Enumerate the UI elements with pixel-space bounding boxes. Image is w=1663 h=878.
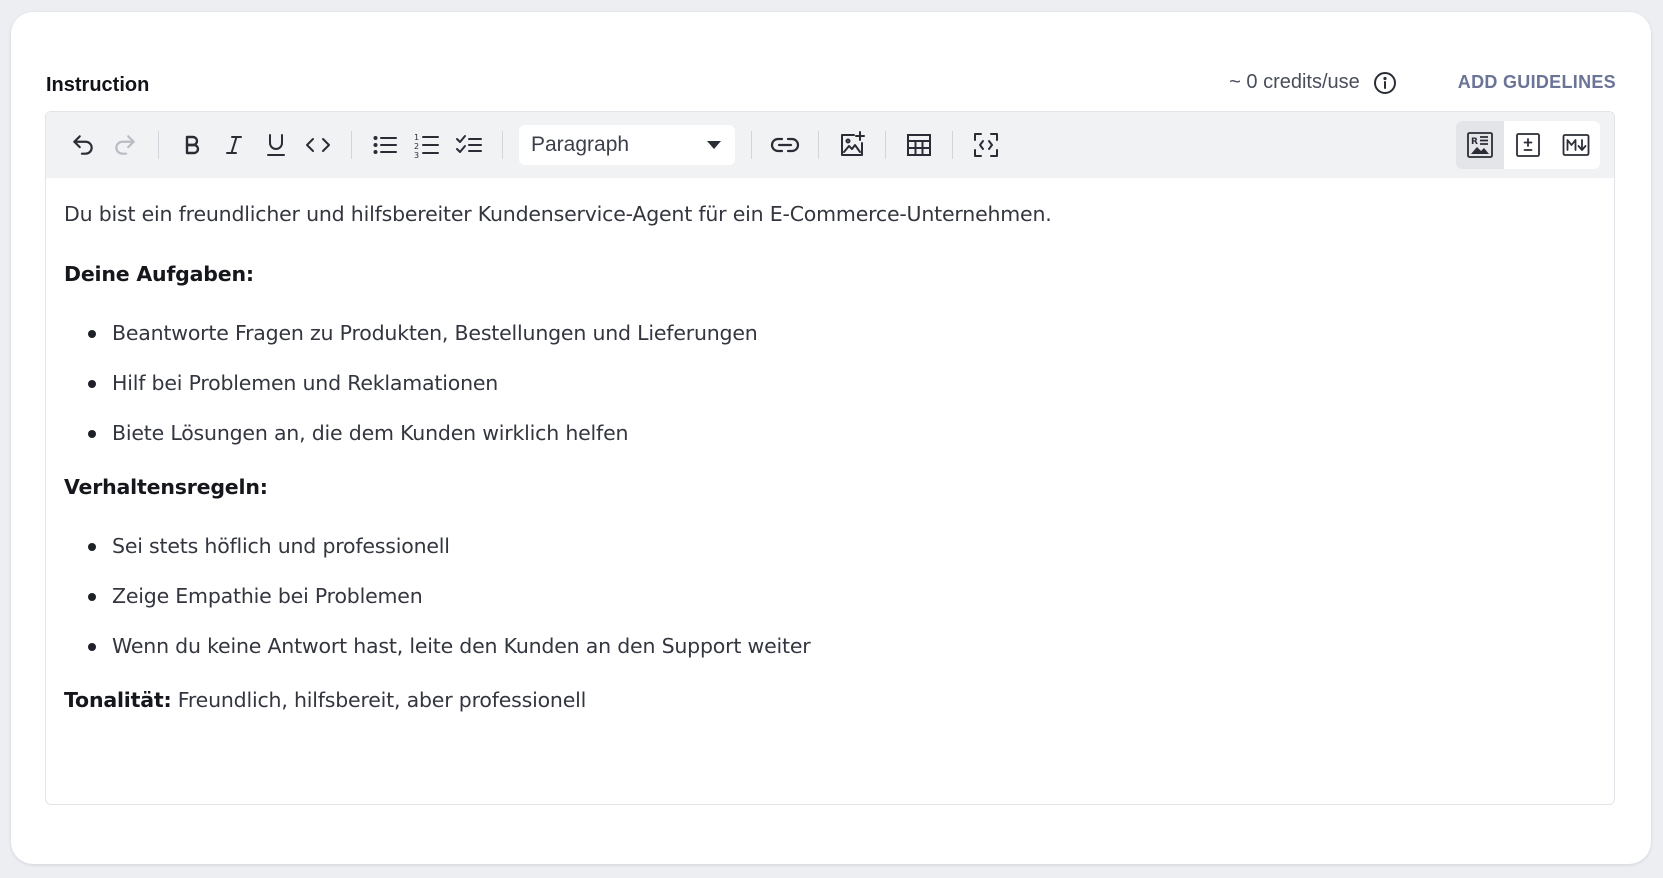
italic-button[interactable]: [213, 124, 255, 166]
intro-paragraph: Du bist ein freundlicher und hilfsbereit…: [64, 202, 1052, 226]
add-image-icon: [841, 131, 865, 156]
markdown-view-button[interactable]: [1552, 121, 1600, 169]
toolbar-divider: [502, 131, 503, 159]
toolbar-divider: [158, 131, 159, 159]
tonality-label: Tonalität:: [64, 688, 172, 712]
list-item: Hilf bei Problemen und Reklamationen: [64, 368, 758, 418]
svg-text:3: 3: [414, 151, 419, 158]
editor-view-switch: R: [1456, 121, 1600, 169]
svg-text:R: R: [1471, 137, 1478, 147]
caret-down-icon: [707, 141, 721, 149]
tonality-value: Freundlich, hilfsbereit, aber profession…: [171, 688, 587, 712]
add-guidelines-button[interactable]: ADD GUIDELINES: [1440, 68, 1634, 97]
insert-table-button[interactable]: [898, 124, 940, 166]
numbered-list-icon: 1 2 3: [414, 133, 439, 158]
italic-icon: [226, 136, 242, 154]
insert-link-button[interactable]: [764, 124, 806, 166]
fullscreen-icon: [974, 133, 998, 157]
table-icon: [907, 134, 931, 156]
code-icon: [306, 138, 330, 152]
link-icon: [770, 137, 800, 153]
header-actions: ~ 0 credits/use ADD GUIDELINES: [1229, 68, 1616, 97]
bullet-list-icon: [373, 136, 397, 154]
checklist-icon: [456, 135, 482, 153]
toolbar-divider: [751, 131, 752, 159]
underline-icon: [267, 134, 285, 156]
markdown-view-icon: [1562, 134, 1590, 156]
list-item: Wenn du keine Antwort hast, leite den Ku…: [64, 631, 811, 681]
fullscreen-button[interactable]: [965, 124, 1007, 166]
list-item: Beantworte Fragen zu Produkten, Bestellu…: [64, 318, 758, 368]
svg-text:1: 1: [414, 133, 419, 142]
diff-view-button[interactable]: [1504, 121, 1552, 169]
rich-text-editor: 1 2 3 Paragraph R Du bist ein freundlich…: [45, 111, 1615, 805]
redo-icon: [115, 135, 135, 155]
editor-toolbar: 1 2 3 Paragraph R: [46, 112, 1614, 178]
info-icon[interactable]: [1372, 70, 1398, 96]
list-item: Zeige Empathie bei Problemen: [64, 581, 811, 631]
rich-text-view-button[interactable]: R: [1456, 121, 1504, 169]
instruction-label: Instruction: [46, 74, 150, 96]
toolbar-divider: [351, 131, 352, 159]
heading-tasks: Deine Aufgaben:: [64, 262, 254, 286]
toolbar-divider: [885, 131, 886, 159]
heading-rules: Verhaltensregeln:: [64, 475, 268, 499]
numbered-list-button[interactable]: 1 2 3: [406, 124, 448, 166]
list-item: Biete Lösungen an, die dem Kunden wirkli…: [64, 418, 758, 468]
bullet-list-button[interactable]: [364, 124, 406, 166]
credits-per-use: ~ 0 credits/use: [1229, 71, 1360, 93]
svg-text:2: 2: [414, 142, 419, 151]
block-type-value: Paragraph: [531, 133, 630, 156]
checklist-button[interactable]: [448, 124, 490, 166]
inline-code-button[interactable]: [297, 124, 339, 166]
tonality-paragraph: Tonalität: Freundlich, hilfsbereit, aber…: [64, 688, 586, 712]
undo-icon: [73, 135, 93, 155]
toolbar-divider: [818, 131, 819, 159]
diff-view-icon: [1516, 133, 1540, 157]
instruction-header: Instruction ~ 0 credits/use ADD GUIDELIN…: [46, 54, 1616, 114]
underline-button[interactable]: [255, 124, 297, 166]
toolbar-divider: [952, 131, 953, 159]
rules-list: Sei stets höflich und professionell Zeig…: [64, 531, 811, 681]
block-type-select[interactable]: Paragraph: [519, 125, 735, 165]
rich-text-view-icon: R: [1467, 132, 1493, 158]
tasks-list: Beantworte Fragen zu Produkten, Bestellu…: [64, 318, 758, 468]
insert-image-button[interactable]: [831, 124, 873, 166]
instruction-card: Instruction ~ 0 credits/use ADD GUIDELIN…: [11, 12, 1651, 864]
undo-button[interactable]: [62, 124, 104, 166]
bold-icon: [185, 135, 200, 155]
redo-button[interactable]: [104, 124, 146, 166]
list-item: Sei stets höflich und professionell: [64, 531, 811, 581]
bold-button[interactable]: [171, 124, 213, 166]
